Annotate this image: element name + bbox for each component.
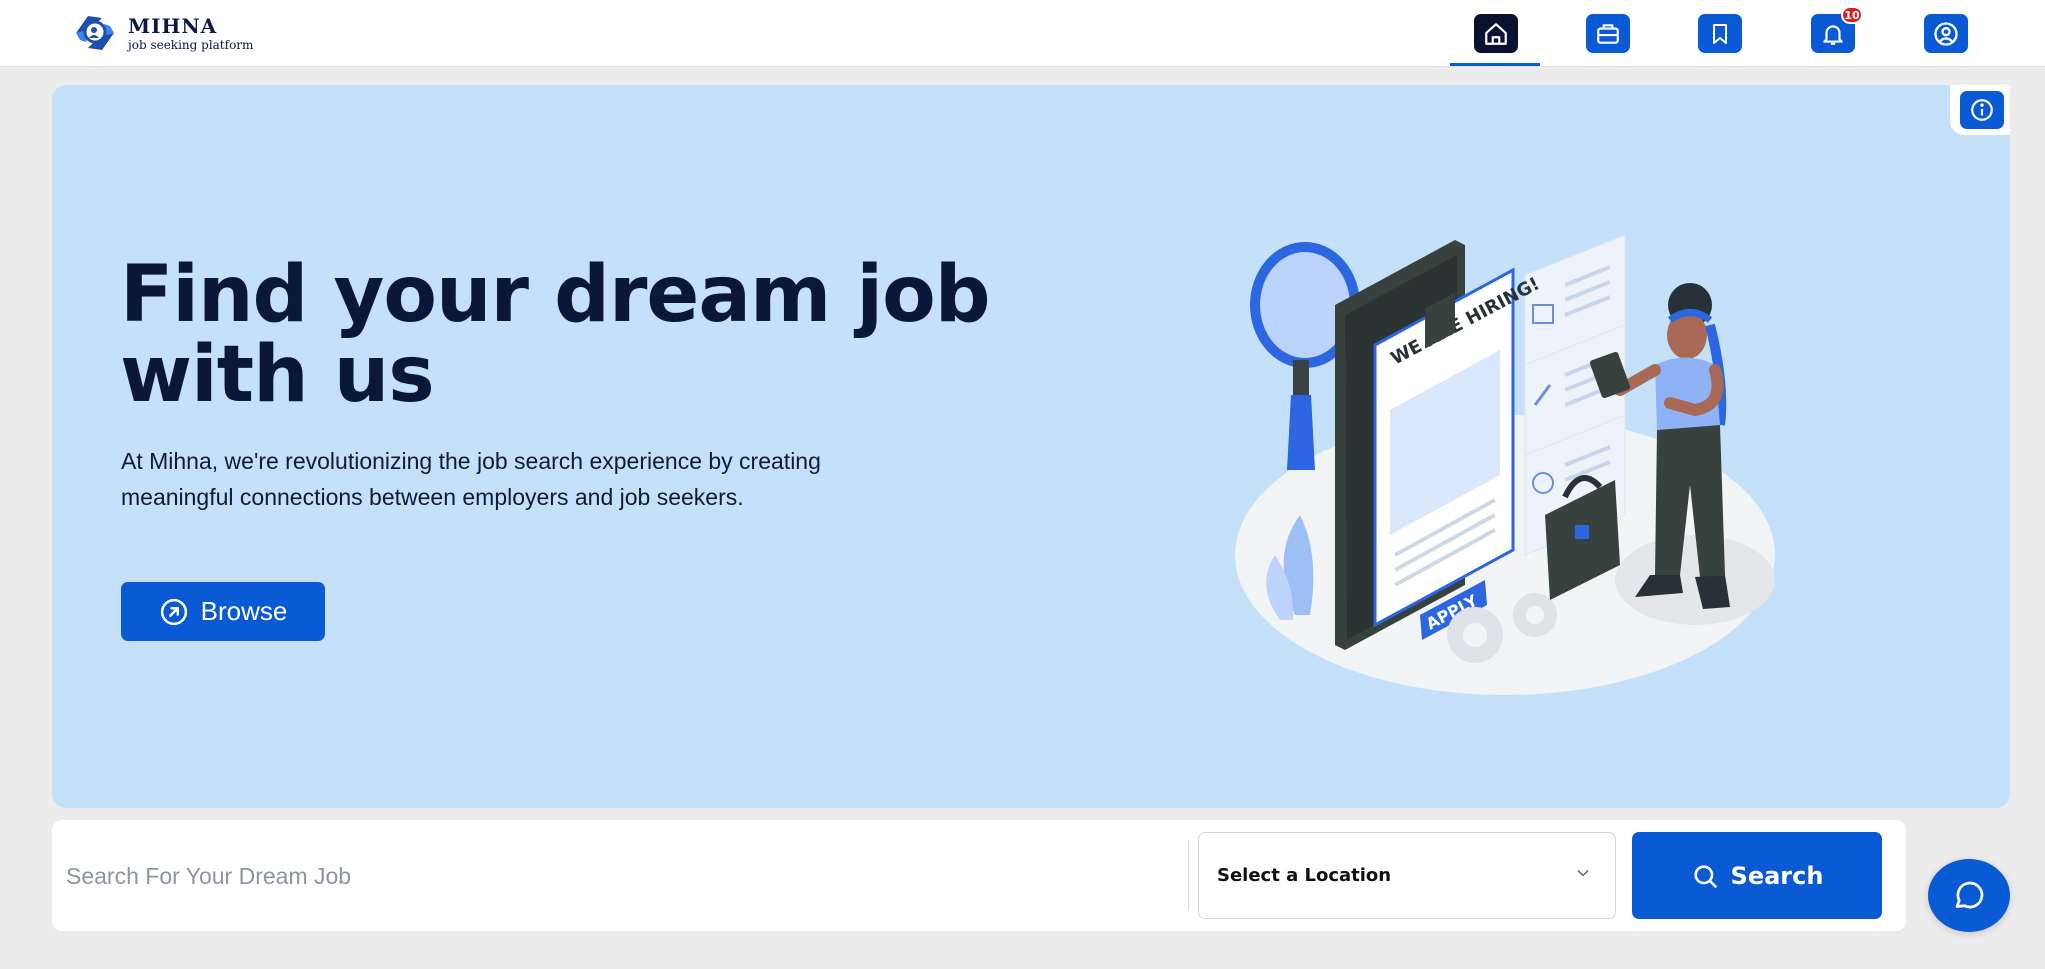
chat-button[interactable] xyxy=(1928,859,2010,932)
location-select[interactable]: Select a Location xyxy=(1198,832,1616,919)
nav-home-button[interactable] xyxy=(1474,14,1518,53)
browse-button-label: Browse xyxy=(200,596,288,626)
nav-saved-button[interactable] xyxy=(1698,14,1742,53)
brand-name: MIHNA xyxy=(128,13,218,38)
chat-bubble-icon xyxy=(1955,881,1984,908)
user-circle-icon xyxy=(1934,21,1958,46)
chevron-down-icon xyxy=(1577,869,1589,877)
arrow-up-right-circle-icon xyxy=(160,598,187,625)
logo-icon xyxy=(70,10,120,56)
notification-count-badge: 10 xyxy=(1841,6,1863,24)
top-navbar: MIHNA job seeking platform 10 xyxy=(0,0,2045,67)
location-select-label: Select a Location xyxy=(1217,865,1392,886)
hero-description: At Mihna, we're revolutionizing the job … xyxy=(121,448,821,510)
home-icon xyxy=(1485,22,1507,45)
active-nav-indicator xyxy=(1450,63,1540,66)
info-icon xyxy=(1971,99,1993,121)
hero-heading-line2: with us xyxy=(120,330,435,420)
search-button[interactable]: Search xyxy=(1632,832,1882,919)
brand-logo[interactable]: MIHNA job seeking platform xyxy=(70,10,253,56)
briefcase-icon xyxy=(1597,23,1619,44)
hero-heading: Find your dream job with us xyxy=(120,255,1100,415)
hero-heading-line1: Find your dream job xyxy=(120,250,991,340)
hiring-illustration: WE ARE HIRING! APPLY xyxy=(1225,225,1785,705)
nav-jobs-button[interactable] xyxy=(1586,14,1630,53)
search-icon xyxy=(1693,864,1717,888)
nav-profile-button[interactable] xyxy=(1924,14,1968,53)
info-button[interactable] xyxy=(1960,91,2004,129)
brand-tagline: job seeking platform xyxy=(128,37,254,52)
search-button-label: Search xyxy=(1730,861,1824,890)
nav-notifications-button[interactable]: 10 xyxy=(1811,6,1863,53)
search-divider xyxy=(1188,840,1189,910)
bell-icon xyxy=(1823,24,1843,45)
bookmark-icon xyxy=(1713,23,1727,44)
browse-button[interactable]: Browse xyxy=(121,582,325,641)
job-search-input[interactable] xyxy=(66,830,1176,922)
